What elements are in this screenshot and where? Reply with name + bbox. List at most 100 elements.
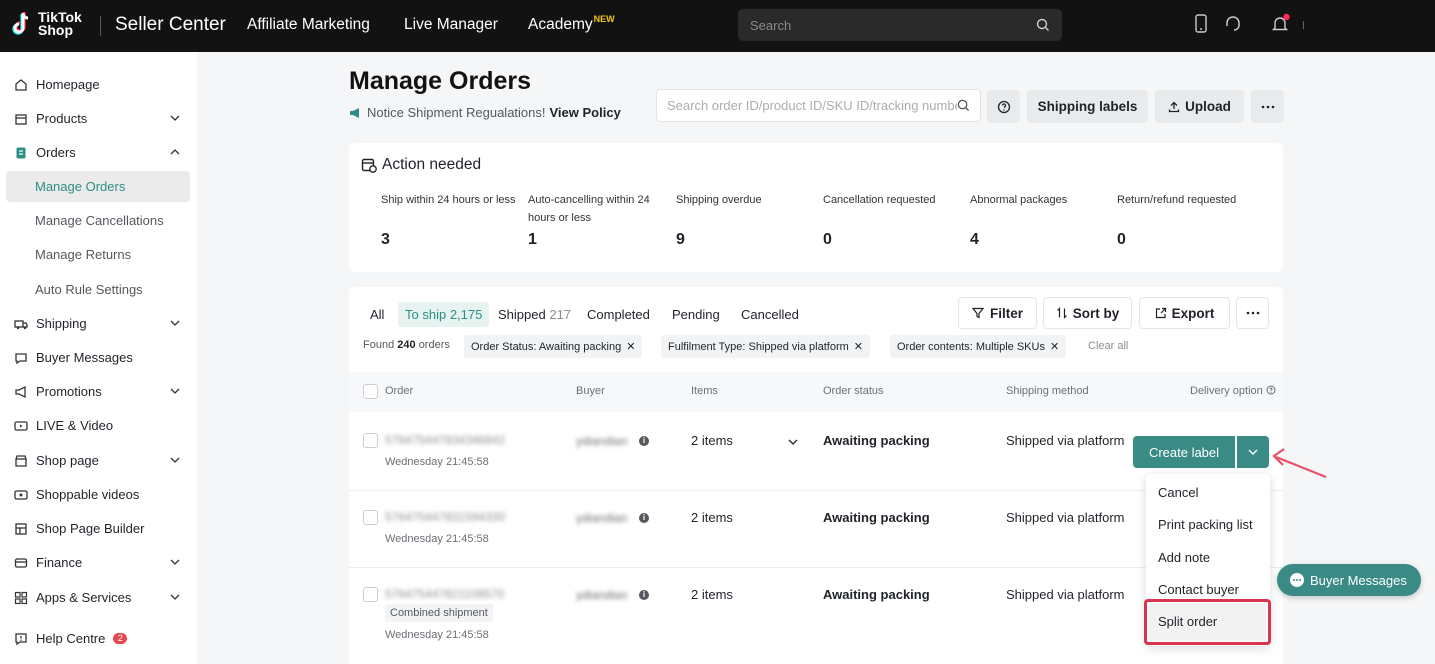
- order-search-input[interactable]: [667, 98, 957, 113]
- sidebar-subitem-manage-cancellations[interactable]: Manage Cancellations: [6, 205, 190, 236]
- sidebar-item-label: LIVE & Video: [36, 418, 114, 433]
- close-icon[interactable]: ✕: [854, 340, 863, 353]
- bell-icon[interactable]: [1271, 13, 1291, 35]
- clear-all-link[interactable]: Clear all: [1088, 340, 1128, 352]
- global-search[interactable]: [738, 9, 1062, 41]
- metric-abnormal-packages[interactable]: Abnormal packages 4: [970, 191, 1110, 249]
- seller-center-title[interactable]: Seller Center: [115, 14, 226, 36]
- buyer-name[interactable]: ydiandian: [576, 588, 627, 602]
- order-id[interactable]: 576475447834346842: [385, 433, 505, 447]
- metric-label: Ship within 24 hours or less: [381, 194, 516, 206]
- sidebar-item-finance[interactable]: Finance: [6, 547, 190, 578]
- buyer-messages-button[interactable]: Buyer Messages: [1277, 564, 1421, 596]
- chevron-down-icon[interactable]: [788, 437, 798, 447]
- order-id[interactable]: 576475447821108570: [385, 587, 504, 601]
- info-icon[interactable]: i: [639, 436, 649, 446]
- search-icon[interactable]: [957, 99, 970, 112]
- create-label-button[interactable]: Create label: [1133, 436, 1235, 468]
- info-icon[interactable]: i: [639, 513, 649, 523]
- order-time: Wednesday 21:45:58: [385, 533, 489, 545]
- table-row[interactable]: [349, 491, 1283, 567]
- export-button[interactable]: Export: [1139, 297, 1230, 329]
- column-header-shipping-method: Shipping method: [1006, 385, 1089, 397]
- tab-shipped[interactable]: Shipped 217: [498, 307, 571, 322]
- headset-icon[interactable]: [1224, 14, 1242, 34]
- sidebar-item-live-video[interactable]: LIVE & Video: [6, 410, 190, 441]
- upload-button[interactable]: Upload: [1155, 90, 1244, 123]
- sidebar-item-shop-page[interactable]: Shop page: [6, 445, 190, 476]
- sidebar-item-shipping[interactable]: Shipping: [6, 308, 190, 339]
- sort-button[interactable]: Sort by: [1043, 297, 1132, 329]
- view-policy-link[interactable]: View Policy: [550, 105, 621, 120]
- nav-affiliate-marketing[interactable]: Affiliate Marketing: [247, 16, 370, 34]
- filter-button[interactable]: Filter: [958, 297, 1037, 329]
- found-suffix: orders: [418, 339, 450, 351]
- found-number: 240: [397, 339, 416, 351]
- calendar-clock-icon: [361, 158, 377, 173]
- order-status: Awaiting packing: [823, 433, 930, 448]
- menu-item-cancel[interactable]: Cancel: [1158, 485, 1198, 500]
- tiktok-shop-logo[interactable]: TikTok Shop: [12, 10, 82, 37]
- menu-item-contact-buyer[interactable]: Contact buyer: [1158, 582, 1239, 597]
- nav-academy[interactable]: AcademyNEW: [528, 14, 615, 34]
- sidebar-item-buyer-messages[interactable]: Buyer Messages: [6, 342, 190, 373]
- filter-chip-order-status[interactable]: Order Status: Awaiting packing ✕: [464, 335, 643, 358]
- sidebar-item-promotions[interactable]: Promotions: [6, 376, 190, 407]
- row-checkbox[interactable]: [363, 587, 378, 602]
- metric-shipping-overdue[interactable]: Shipping overdue 9: [676, 191, 816, 249]
- sidebar-item-products[interactable]: Products: [6, 103, 190, 134]
- actions-dropdown-button[interactable]: [1237, 436, 1269, 468]
- global-search-input[interactable]: [750, 17, 1036, 33]
- metric-ship-24h[interactable]: Ship within 24 hours or less 3: [381, 191, 521, 249]
- info-icon[interactable]: i: [639, 590, 649, 600]
- help-icon: [15, 632, 27, 645]
- sidebar-item-shoppable-videos[interactable]: Shoppable videos: [6, 479, 190, 510]
- notice-text: Notice Shipment Regualations!: [367, 105, 546, 120]
- chip-label: Fulfilment Type: Shipped via platform: [668, 340, 849, 353]
- close-icon[interactable]: ✕: [1050, 340, 1059, 353]
- sidebar-item-help-centre[interactable]: Help Centre 2: [6, 623, 190, 654]
- shipping-labels-button[interactable]: Shipping labels: [1027, 90, 1148, 123]
- row-checkbox[interactable]: [363, 510, 378, 525]
- sidebar-subitem-manage-orders[interactable]: Manage Orders: [6, 171, 190, 202]
- more-options-button[interactable]: [1236, 297, 1269, 329]
- order-time: Wednesday 21:45:58: [385, 629, 489, 641]
- close-icon[interactable]: ✕: [626, 340, 635, 353]
- buyer-name[interactable]: ydiandian: [576, 434, 627, 448]
- tab-cancelled[interactable]: Cancelled: [741, 307, 799, 322]
- tab-all[interactable]: All: [370, 307, 384, 322]
- sidebar-subitem-manage-returns[interactable]: Manage Returns: [6, 239, 190, 270]
- sidebar-item-shop-page-builder[interactable]: Shop Page Builder: [6, 513, 190, 544]
- tab-label: To ship: [405, 307, 447, 322]
- tab-to-ship[interactable]: To ship 2,175: [398, 302, 490, 327]
- buyer-name[interactable]: ydiandian: [576, 511, 627, 525]
- help-button[interactable]: [987, 90, 1020, 123]
- sidebar-item-label: Products: [36, 111, 88, 126]
- filter-chip-order-contents[interactable]: Order contents: Multiple SKUs ✕: [890, 335, 1067, 358]
- row-checkbox[interactable]: [363, 433, 378, 448]
- sidebar-item-homepage[interactable]: Homepage: [6, 69, 190, 100]
- sidebar-subitem-auto-rule-settings[interactable]: Auto Rule Settings: [6, 274, 190, 305]
- metric-cancellation-requested[interactable]: Cancellation requested 0: [823, 191, 963, 249]
- order-search[interactable]: [656, 89, 981, 122]
- menu-item-print-packing-list[interactable]: Print packing list: [1158, 517, 1253, 532]
- metric-label: Return/refund requested: [1117, 194, 1237, 206]
- menu-item-add-note[interactable]: Add note: [1158, 550, 1210, 565]
- sidebar-item-orders[interactable]: Orders: [6, 137, 190, 168]
- sort-label: Sort by: [1072, 305, 1120, 321]
- column-header-label: Delivery option: [1190, 385, 1263, 397]
- tab-completed[interactable]: Completed: [587, 307, 650, 322]
- question-circle-icon[interactable]: [1266, 385, 1276, 395]
- tab-pending[interactable]: Pending: [672, 307, 720, 322]
- nav-live-manager[interactable]: Live Manager: [404, 16, 498, 34]
- sidebar-item-apps-services[interactable]: Apps & Services: [6, 582, 190, 613]
- search-icon[interactable]: [1036, 18, 1050, 32]
- upload-icon: [1168, 101, 1180, 112]
- metric-auto-cancelling[interactable]: Auto-cancelling within 24 hours or less …: [528, 191, 668, 249]
- phone-icon[interactable]: [1194, 14, 1208, 34]
- select-all-checkbox[interactable]: [363, 384, 378, 399]
- more-button[interactable]: [1251, 90, 1284, 123]
- order-id[interactable]: 576475447831594330: [385, 510, 505, 524]
- metric-return-refund[interactable]: Return/refund requested 0: [1117, 191, 1257, 249]
- filter-chip-fulfilment-type[interactable]: Fulfilment Type: Shipped via platform ✕: [661, 335, 870, 358]
